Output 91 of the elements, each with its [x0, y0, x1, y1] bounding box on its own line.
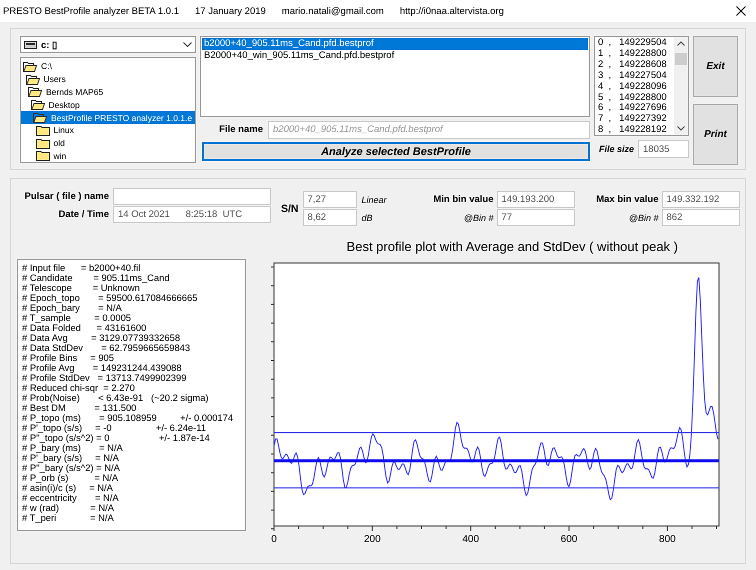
info-line: # Data Avg = 3129.07739332658 — [22, 333, 182, 344]
chevron-down-icon — [183, 42, 192, 47]
bin-number-field: 77 — [496, 209, 575, 226]
info-line: # Epoch_bary = N/A — [22, 303, 123, 314]
folder-item[interactable]: win — [21, 150, 195, 162]
bin-list-item[interactable]: 6 , 149227696 — [598, 103, 671, 114]
info-line: # P''_topo (s/s^2) = 0 +/- 1.87e-14 — [22, 433, 211, 444]
snr-label: S/N — [281, 202, 299, 214]
bin-number-label: @Bin # — [462, 212, 494, 222]
email-text: mario.natali@gmail.com — [282, 6, 384, 16]
info-line: # Best DM = 131.500 — [22, 403, 138, 414]
scrollbar[interactable] — [674, 37, 688, 135]
snr-field: 8,62 — [302, 209, 357, 226]
info-line: # P_bary (ms) = N/A — [22, 443, 124, 454]
bin-list-item[interactable]: 5 , 149228800 — [598, 92, 671, 104]
info-line: # P''_bary (s/s^2) = N/A — [22, 463, 121, 474]
info-line: # T_peri = N/A — [22, 513, 115, 524]
axis-tick-label: 400 — [462, 534, 480, 545]
bin-list-item[interactable]: 1 , 149228800 — [598, 48, 671, 60]
open-folder-icon — [23, 60, 37, 72]
info-line: # Prob(Noise) < 6.43e-91 (~20.2 sigma) — [22, 393, 210, 404]
drive-icon — [24, 40, 37, 48]
info-line: # P'_topo (s/s) = -0 +/- 6.24e-11 — [22, 423, 207, 434]
info-line: # Profile Avg = 149231244.439088 — [22, 363, 183, 374]
info-line: # Input file = b2000+40.fil — [22, 263, 142, 274]
info-line: # P_orb (s) = N/A — [22, 473, 120, 484]
drive-label: c: ▯ — [41, 38, 60, 50]
bin-number-label: @Bin # — [628, 212, 659, 222]
snr-field: 7,27 — [302, 191, 357, 208]
info-line: # w (rad) = N/A — [22, 503, 115, 514]
bin-value-field: 149.193.200 — [496, 191, 575, 208]
window-title: PRESTO BestProfile analyzer BETA 1.0.1 — [3, 6, 180, 16]
folder-icon — [36, 138, 50, 149]
close-icon[interactable] — [736, 6, 746, 16]
bin-list-item[interactable]: 4 , 149228096 — [598, 82, 671, 93]
bin-list-item[interactable]: 7 , 149227392 — [598, 114, 671, 126]
info-line: # Data StdDev = 62.7959665659843 — [22, 343, 192, 354]
folder-item[interactable]: Users — [21, 72, 195, 86]
bin-value-label: Max bin value — [595, 194, 659, 205]
axis-tick-label: 0 — [271, 534, 277, 545]
folder-item[interactable]: C:\ — [21, 60, 195, 73]
info-line: # Data Folded = 43161600 — [22, 323, 148, 334]
drive-dropdown[interactable]: c: ▯ — [20, 36, 196, 53]
info-line: # asin(i)/c (s) = N/A — [22, 483, 114, 494]
info-line: # Epoch_topo = 59500.617084666665 — [22, 293, 198, 304]
open-folder-icon — [30, 99, 44, 110]
pulsar-name-field[interactable] — [113, 188, 271, 205]
open-folder-icon — [33, 112, 47, 124]
info-line: # Telescope = Unknown — [22, 283, 140, 294]
release-date: 17 January 2019 — [195, 6, 266, 16]
file-size-label: File size — [598, 144, 634, 154]
folder-item[interactable]: Desktop — [21, 98, 195, 112]
bin-value-field: 149.332.192 — [662, 191, 740, 208]
open-folder-icon — [28, 86, 42, 98]
info-line: # eccentricity = N/A — [22, 493, 120, 504]
date-time-label: Date / Time — [57, 209, 109, 220]
bin-list-item[interactable]: 3 , 149227504 — [598, 70, 671, 82]
date-time-field: 14 Oct 2021 8:25:18 UTC — [113, 206, 271, 223]
print-button[interactable]: Print — [693, 104, 738, 165]
axis-tick-label: 200 — [364, 534, 381, 545]
file-list-item[interactable]: b2000+40_905.11ms_Cand.pfd.bestprof — [202, 38, 588, 50]
info-line: # Profile StdDev = 13713.7499902399 — [22, 373, 188, 384]
analyze-button[interactable]: Analyze selected BestProfile — [202, 142, 590, 161]
exit-button[interactable]: Exit — [693, 36, 738, 97]
unit-label: dB — [362, 212, 374, 222]
bin-list-item[interactable]: 2 , 149228608 — [598, 60, 671, 71]
file-name-label: File name — [218, 124, 263, 135]
open-folder-icon — [26, 74, 40, 85]
axis-tick-label: 600 — [560, 534, 578, 545]
info-line: # Profile Bins = 905 — [22, 353, 115, 364]
file-size-field: 18035 — [638, 140, 689, 158]
plot-title: Best profile plot with Average and StdDev ( without peak ) — [346, 239, 679, 256]
website-url: http://i0naa.altervista.org — [400, 6, 504, 16]
info-line: # Candidate = 905.11ms_Cand — [22, 273, 171, 284]
info-line: # Reduced chi-sqr = 2.270 — [22, 383, 136, 394]
bin-number-field: 862 — [662, 209, 740, 226]
folder-item[interactable]: Linux — [21, 124, 195, 137]
bin-list-item[interactable]: 8 , 149228192 — [598, 125, 671, 135]
info-line: # T_sample = 0.0005 — [22, 313, 132, 324]
folder-item[interactable]: Bernds MAP65 — [21, 86, 195, 98]
bin-list-item[interactable]: 0 , 149229504 — [598, 38, 671, 49]
folder-icon — [36, 150, 50, 162]
info-line: # P_topo (ms) = 905.108959 +/- 0.000174 — [22, 413, 234, 424]
file-list-item[interactable]: B2000+40_win_905.11ms_Cand.pfd.bestprof — [202, 50, 588, 62]
axis-tick-label: 800 — [659, 534, 676, 545]
bin-value-label: Min bin value — [432, 194, 494, 205]
info-line: # P'_bary (s/s) = N/A — [22, 453, 120, 464]
unit-label: Linear — [362, 194, 388, 204]
folder-item[interactable]: BestProfile PRESTO analyzer 1.0.1.e — [21, 111, 195, 124]
pulsar-name-label: Pulsar ( file ) name — [24, 191, 109, 202]
folder-item[interactable]: old — [21, 136, 195, 150]
